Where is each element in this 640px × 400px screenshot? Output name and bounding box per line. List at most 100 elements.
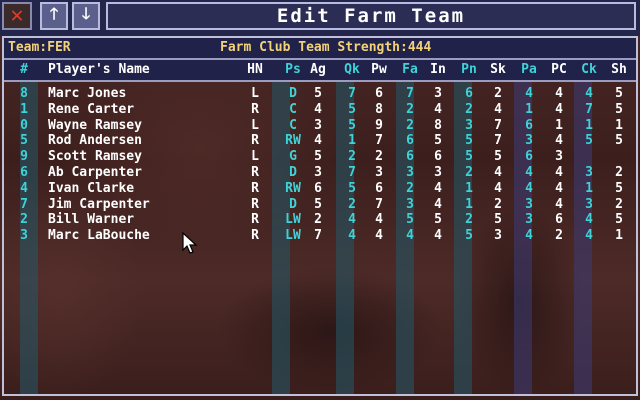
- column-header-qk[interactable]: Qk: [342, 62, 362, 77]
- column-header-ag[interactable]: Ag: [308, 62, 328, 77]
- table-row[interactable]: 1 Rene Carter R C 4 5 8 2 4 2 4 1 4 7 5: [4, 102, 636, 118]
- table-row[interactable]: 4 Ivan Clarke R RW 6 5 6 2 4 1 4 4 4 1 5: [4, 181, 636, 197]
- window-title: Edit Farm Team: [106, 2, 636, 30]
- cell-sh: 5: [615, 212, 623, 228]
- table-row[interactable]: 3 Marc LaBouche R LW 7 4 4 4 4 5 3 4 2 4 1: [4, 228, 636, 244]
- cell-name: Rene Carter: [48, 101, 135, 117]
- cell-in: 3: [434, 86, 442, 101]
- cell-sk: 5: [494, 212, 502, 228]
- column-header-pa[interactable]: Pa: [518, 62, 540, 77]
- cell-fa: 2: [406, 117, 414, 133]
- cell-fa: 6: [406, 149, 414, 165]
- cell-fa: 3: [406, 196, 414, 212]
- arrow-up-icon: 🡑: [49, 3, 59, 23]
- cell-ck: 3: [585, 165, 593, 180]
- cell-sh: 5: [615, 101, 623, 117]
- table-row[interactable]: 9 Scott Ramsey L G 5 2 2 6 6 5 5 6 3: [4, 149, 636, 165]
- cell-pn: 1: [465, 196, 473, 212]
- cell-ag: 5: [314, 149, 322, 165]
- scroll-down-button[interactable]: 🡓: [72, 2, 100, 30]
- cell-ag: 7: [314, 228, 322, 244]
- cell-ps: LW: [285, 212, 301, 228]
- cell-pn: 1: [465, 180, 473, 196]
- cell-sk: 2: [494, 86, 502, 101]
- cell-in: 8: [434, 117, 442, 133]
- table-row[interactable]: 2 Bill Warner R LW 2 4 4 5 5 2 5 3 6 4 5: [4, 212, 636, 228]
- cell-in: 4: [434, 196, 442, 212]
- cell-name: Marc Jones: [48, 86, 127, 101]
- team-strength: Farm Club Team Strength:444: [220, 40, 431, 55]
- column-header-pw[interactable]: Pw: [368, 62, 390, 77]
- column-header-in[interactable]: In: [428, 62, 448, 77]
- table-row[interactable]: 6 Ab Carpenter R D 3 7 3 3 3 2 4 4 4 3 2: [4, 165, 636, 181]
- cell-pc: 3: [555, 149, 563, 165]
- cell-qk: 4: [348, 212, 356, 228]
- cell-pc: 6: [555, 212, 563, 228]
- scroll-up-button[interactable]: 🡑: [40, 2, 68, 30]
- cell-sk: 4: [494, 180, 502, 196]
- cell-ps: RW: [285, 180, 301, 196]
- column-header-number[interactable]: #: [14, 62, 34, 77]
- table-row[interactable]: 0 Wayne Ramsey L C 3 5 9 2 8 3 7 6 1 1 1: [4, 118, 636, 134]
- cell-qk: 2: [348, 196, 356, 212]
- cell-pn: 3: [465, 117, 473, 133]
- column-header-sk[interactable]: Sk: [488, 62, 508, 77]
- cell-pn: 5: [465, 149, 473, 165]
- cell-ck: 5: [585, 133, 593, 149]
- cell-ck: 4: [585, 228, 593, 244]
- arrow-down-icon: 🡓: [81, 3, 91, 23]
- cell-pa: 6: [525, 117, 533, 133]
- cell-fa: 4: [406, 228, 414, 244]
- cell-hn: R: [251, 133, 259, 149]
- cell-fa: 2: [406, 101, 414, 117]
- cell-pc: 1: [555, 117, 563, 133]
- table-row[interactable]: 7 Jim Carpenter R D 5 2 7 3 4 1 2 3 4 3 2: [4, 197, 636, 213]
- cell-sh: 5: [615, 86, 623, 101]
- team-label: Team:FER: [8, 40, 71, 55]
- column-header-hn[interactable]: HN: [244, 62, 266, 77]
- cell-qk: 5: [348, 180, 356, 196]
- cell-hn: L: [251, 86, 259, 101]
- mouse-pointer-icon: [182, 232, 198, 254]
- cell-ck: 1: [585, 180, 593, 196]
- cell-pa: 4: [525, 228, 533, 244]
- cell-fa: 5: [406, 212, 414, 228]
- cell-pc: 4: [555, 165, 563, 180]
- cell-hn: R: [251, 180, 259, 196]
- column-header-pc[interactable]: PC: [548, 62, 570, 77]
- cell-pc: 4: [555, 196, 563, 212]
- cell-ps: RW: [285, 133, 301, 149]
- cell-name: Ivan Clarke: [48, 180, 135, 196]
- cell-pc: 4: [555, 86, 563, 101]
- close-button[interactable]: ✕: [2, 2, 32, 30]
- cell-sh: 2: [615, 165, 623, 180]
- cell-qk: 5: [348, 101, 356, 117]
- column-header-sh[interactable]: Sh: [608, 62, 630, 77]
- info-bar: Team:FER Farm Club Team Strength:444: [4, 38, 636, 60]
- column-header-fa[interactable]: Fa: [400, 62, 420, 77]
- column-header-name[interactable]: Player's Name: [48, 62, 228, 77]
- cell-pw: 6: [375, 86, 383, 101]
- cell-pw: 3: [375, 165, 383, 180]
- cell-sk: 4: [494, 165, 502, 180]
- cell-qk: 1: [348, 133, 356, 149]
- cell-number: 8: [20, 86, 28, 101]
- cell-ps: C: [289, 101, 297, 117]
- column-header-ck[interactable]: Ck: [578, 62, 600, 77]
- cell-fa: 2: [406, 180, 414, 196]
- table-row[interactable]: 8 Marc Jones L D 5 7 6 7 3 6 2 4 4 4 5: [4, 86, 636, 102]
- cell-hn: R: [251, 228, 259, 244]
- column-header-ps[interactable]: Ps: [280, 62, 306, 77]
- table-row[interactable]: 5 Rod Andersen R RW 4 1 7 6 5 5 7 3 4 5 5: [4, 133, 636, 149]
- column-header-pn[interactable]: Pn: [458, 62, 480, 77]
- cell-ck: 4: [585, 212, 593, 228]
- cell-pa: 4: [525, 180, 533, 196]
- cell-in: 5: [434, 212, 442, 228]
- cell-name: Marc LaBouche: [48, 228, 150, 244]
- cell-name: Bill Warner: [48, 212, 135, 228]
- cell-ck: 3: [585, 196, 593, 212]
- cell-sh: 5: [615, 180, 623, 196]
- cell-ag: 3: [314, 117, 322, 133]
- cell-ps: C: [289, 117, 297, 133]
- cell-sk: 7: [494, 133, 502, 149]
